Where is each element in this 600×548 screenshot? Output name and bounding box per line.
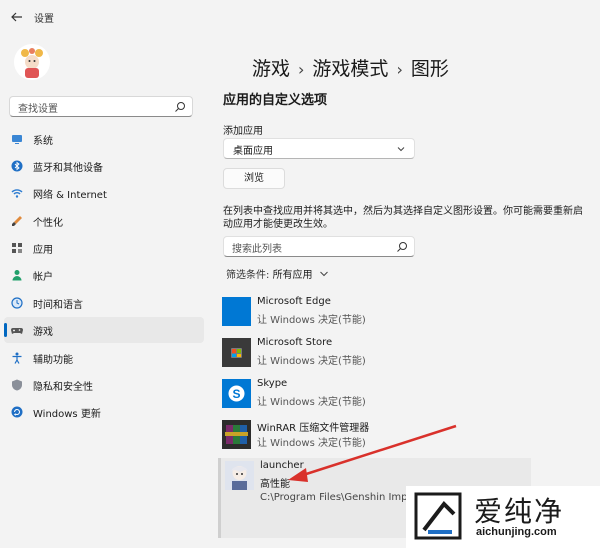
watermark: 爱纯净 aichunjing.com xyxy=(406,486,600,548)
shield-icon xyxy=(12,379,22,391)
sidebar-item-label: 系统 xyxy=(33,136,53,147)
app-name: Microsoft Store xyxy=(257,337,333,348)
back-arrow-icon xyxy=(11,12,22,22)
sidebar-item-time-language[interactable]: 时间和语言 xyxy=(4,290,204,316)
sidebar-item-personalization[interactable]: 个性化 xyxy=(4,208,204,234)
list-item[interactable]: Microsoft Edge 让 Windows 决定(节能) xyxy=(218,294,528,334)
chevron-down-icon xyxy=(397,147,405,152)
dropdown-value: 桌面应用 xyxy=(233,146,273,157)
bluetooth-icon xyxy=(11,160,23,172)
sidebar-item-label: 辅助功能 xyxy=(33,355,73,366)
app-search-input[interactable]: 搜索此列表 xyxy=(232,240,282,255)
launcher-icon xyxy=(225,461,254,490)
app-type-dropdown[interactable]: 桌面应用 xyxy=(223,138,415,159)
breadcrumb-item-gaming[interactable]: 游戏 xyxy=(252,58,290,80)
window-title: 设置 xyxy=(34,14,54,25)
browse-button[interactable]: 浏览 xyxy=(223,168,285,189)
sidebar-item-privacy[interactable]: 隐私和安全性 xyxy=(4,372,204,398)
watermark-url: aichunjing.com xyxy=(476,526,557,538)
store-icon xyxy=(222,338,251,367)
sidebar-item-bluetooth[interactable]: 蓝牙和其他设备 xyxy=(4,153,204,179)
list-item[interactable]: S Skype 让 Windows 决定(节能) xyxy=(218,376,528,416)
sidebar-item-label: 蓝牙和其他设备 xyxy=(33,163,103,174)
app-search-field[interactable]: 搜索此列表 xyxy=(223,236,415,257)
instructions-text: 在列表中查找应用并将其选中，然后为其选择自定义图形设置。你可能需要重新启动应用才… xyxy=(223,206,583,230)
monitor-icon xyxy=(12,135,22,144)
annotation-arrow-icon xyxy=(288,424,457,482)
watermark-text: 爱纯净 xyxy=(474,495,565,528)
sidebar-item-label: 帐户 xyxy=(33,272,53,283)
sidebar-item-apps[interactable]: 应用 xyxy=(4,235,204,261)
search-icon[interactable] xyxy=(174,101,186,113)
filter-label: 筛选条件: xyxy=(226,270,270,281)
sidebar-item-label: 游戏 xyxy=(33,327,53,338)
apps-icon xyxy=(12,243,22,253)
brush-icon xyxy=(12,216,22,226)
globe-clock-icon xyxy=(11,297,23,309)
chevron-down-icon xyxy=(319,271,328,277)
search-field[interactable]: 查找设置 xyxy=(9,96,193,117)
gamepad-icon xyxy=(11,328,23,334)
filter-value[interactable]: 所有应用 xyxy=(273,270,313,281)
accessibility-icon xyxy=(12,352,22,364)
sidebar-item-label: 应用 xyxy=(33,245,53,256)
sidebar-item-label: 网络 & Internet xyxy=(33,190,107,201)
sidebar-item-system[interactable]: 系统 xyxy=(4,126,204,152)
list-item[interactable]: Microsoft Store 让 Windows 决定(节能) xyxy=(218,335,528,375)
sidebar-item-accessibility[interactable]: 辅助功能 xyxy=(4,345,204,371)
sidebar-item-label: 时间和语言 xyxy=(33,300,83,311)
search-input[interactable]: 查找设置 xyxy=(18,100,58,115)
sidebar-item-accounts[interactable]: 帐户 xyxy=(4,262,204,288)
update-icon xyxy=(11,406,23,418)
app-path: C:\Program Files\Genshin Impact\ xyxy=(260,492,427,503)
person-icon xyxy=(12,270,22,281)
app-graphics-setting: 让 Windows 决定(节能) xyxy=(257,356,366,367)
section-title: 应用的自定义选项 xyxy=(223,93,328,108)
app-graphics-setting: 让 Windows 决定(节能) xyxy=(257,315,366,326)
back-button[interactable] xyxy=(10,10,24,24)
watermark-logo-icon xyxy=(414,492,462,540)
svg-text:S: S xyxy=(232,387,240,401)
breadcrumb-separator-icon: › xyxy=(396,60,403,79)
app-name: Skype xyxy=(257,378,288,389)
add-app-label: 添加应用 xyxy=(223,126,263,137)
skype-icon: S xyxy=(222,379,251,408)
wifi-icon xyxy=(11,189,23,198)
active-indicator xyxy=(4,323,7,337)
breadcrumb-item-graphics: 图形 xyxy=(410,58,449,80)
app-name: Microsoft Edge xyxy=(257,296,331,307)
sidebar-item-network[interactable]: 网络 & Internet xyxy=(4,180,204,206)
sidebar-item-label: 个性化 xyxy=(33,218,63,229)
app-graphics-setting: 让 Windows 决定(节能) xyxy=(257,397,366,408)
breadcrumb-separator-icon: › xyxy=(298,60,305,79)
edge-icon xyxy=(222,297,251,326)
breadcrumb-item-game-mode[interactable]: 游戏模式 xyxy=(312,58,388,80)
sidebar-item-label: Windows 更新 xyxy=(33,409,101,420)
avatar-image-icon xyxy=(14,44,50,80)
sidebar-item-gaming[interactable]: 游戏 xyxy=(4,317,204,343)
avatar[interactable] xyxy=(14,44,50,80)
sidebar-item-windows-update[interactable]: Windows 更新 xyxy=(4,399,204,425)
winrar-icon xyxy=(222,420,251,449)
breadcrumb: 游戏 › 游戏模式 › 图形 xyxy=(252,54,449,81)
filter-control[interactable]: 筛选条件: 所有应用 xyxy=(226,266,329,281)
search-icon[interactable] xyxy=(396,241,408,253)
sidebar-item-label: 隐私和安全性 xyxy=(33,382,93,393)
